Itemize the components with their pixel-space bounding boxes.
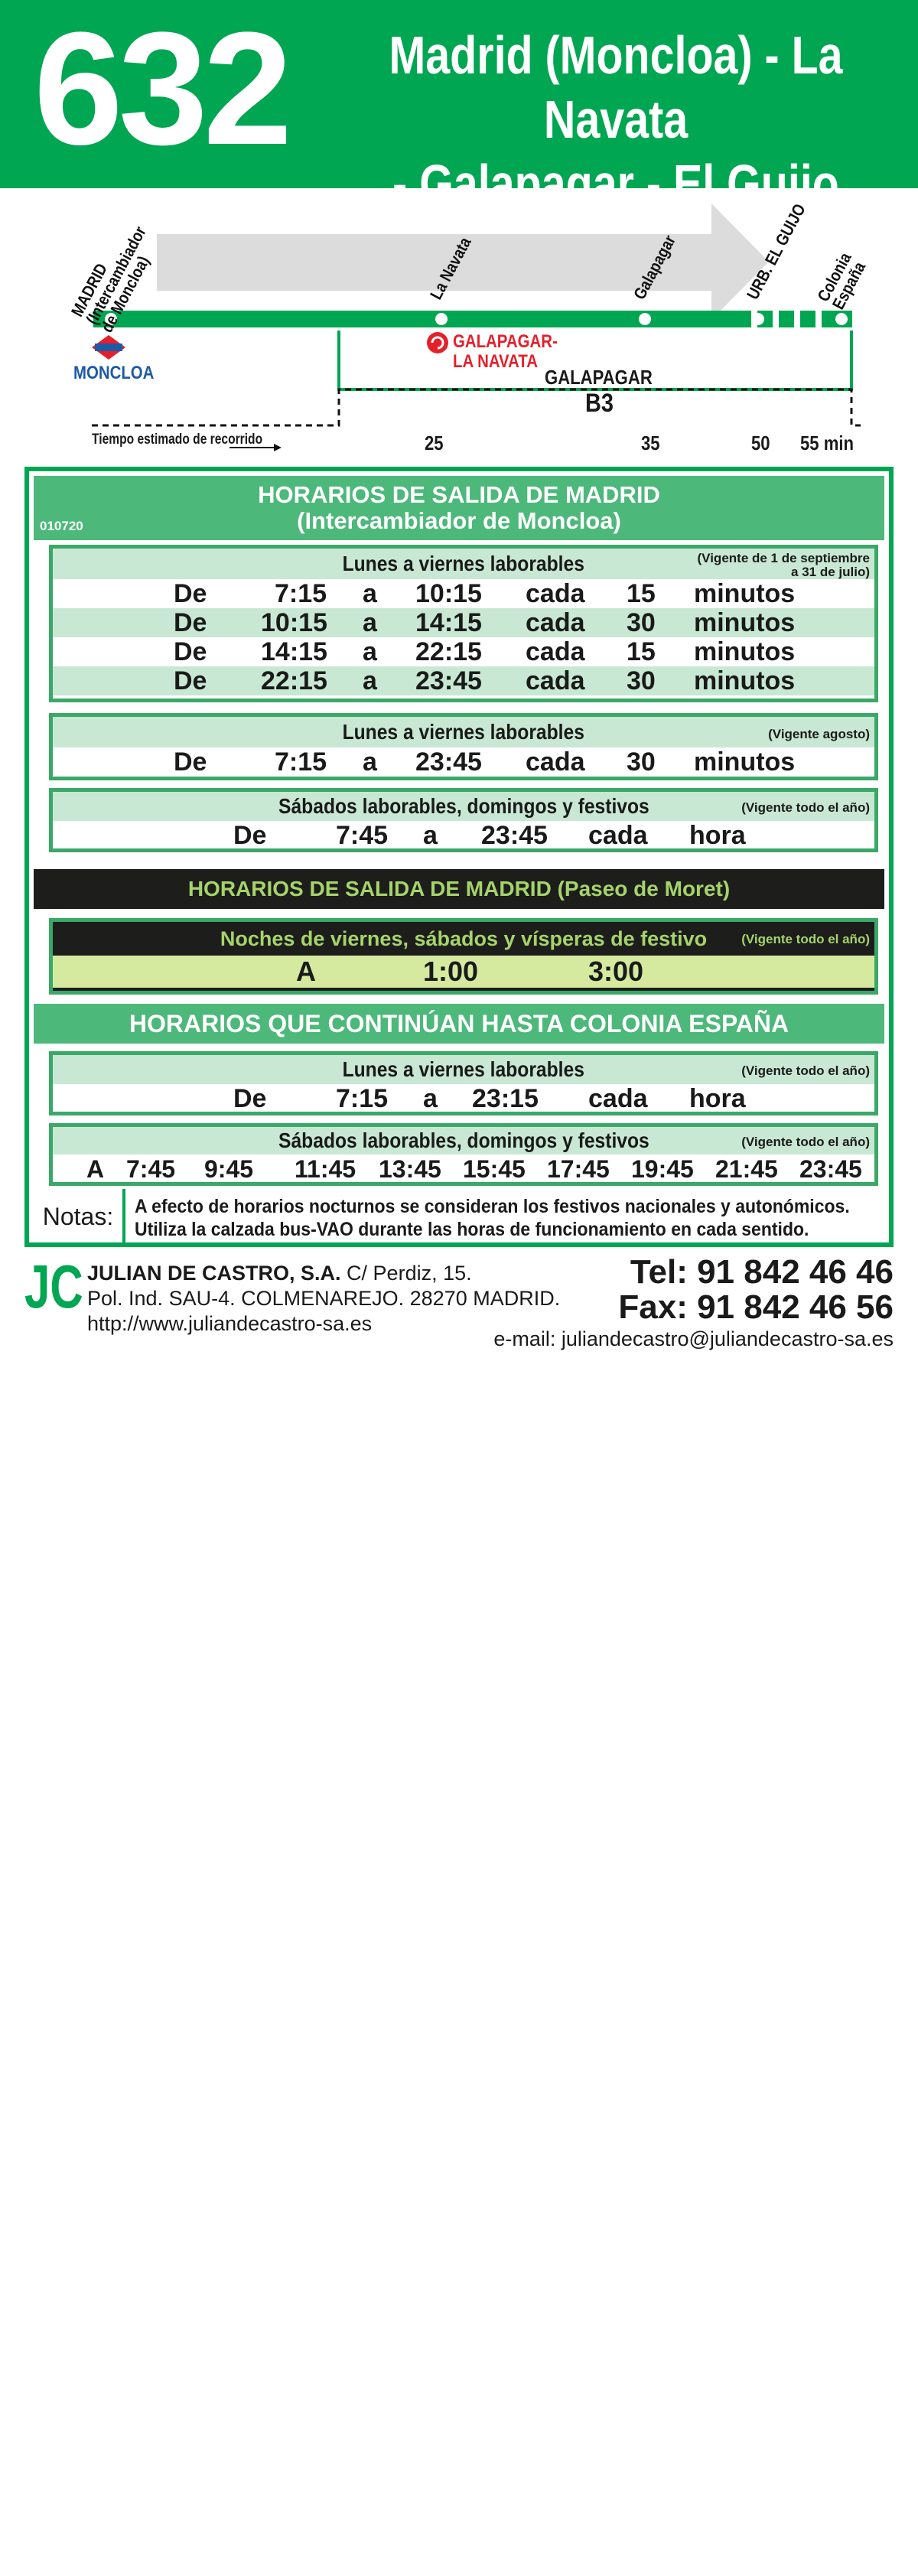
colonia-weekday-box: Lunes a viernes laborables (Vigente todo… — [49, 1051, 878, 1115]
metro-station-name: MONCLOA — [73, 363, 155, 383]
august-schedule-box: Lunes a viernes laborables (Vigente agos… — [49, 713, 878, 780]
route-line-dashed-2 — [779, 311, 794, 327]
table-row: De 22:15 a 23:45 cada 30 minutos — [53, 666, 874, 695]
stop-dot-la-navata — [435, 313, 448, 325]
table-row: De 7:15 a 23:15 cada hora — [233, 1084, 746, 1113]
route-name: Madrid (Moncloa) - La Navata - Galapagar… — [374, 23, 857, 216]
zone-code: B3 — [585, 389, 614, 418]
company-website-link[interactable]: http://www.juliandecastro-sa.es — [87, 1311, 560, 1337]
validity-note: (Vigente todo el año) — [741, 1135, 870, 1149]
night-schedule-box: Noches de viernes, sábados y vísperas de… — [49, 918, 878, 995]
time-caption: Tiempo estimado de recorrido — [92, 432, 263, 448]
time-mark: 35 — [641, 432, 660, 454]
company-info: JULIAN DE CASTRO, S.A. C/ Perdiz, 15. Po… — [87, 1261, 560, 1337]
fax-number: Fax: 91 842 46 56 — [618, 1288, 894, 1326]
table-row: A 1:00 3:00 — [53, 956, 874, 988]
zone-dashed-line — [92, 388, 861, 427]
route-line — [93, 311, 751, 327]
schedule-frame: HORARIOS DE SALIDA DE MADRID (Intercambi… — [24, 467, 894, 1247]
route-map: MADRID (Intercambiador de Moncloa) La Na… — [0, 188, 918, 459]
weekday-schedule-box: Lunes a viernes laborables (Vigente de 1… — [49, 545, 878, 702]
company-address: Pol. Ind. SAU-4. COLMENAREJO. 28270 MADR… — [87, 1287, 561, 1310]
validity-note: (Vigente de 1 de septiembre a 31 de juli… — [697, 551, 870, 579]
company-contact: Tel: 91 842 46 46 Fax: 91 842 46 56 e-ma… — [493, 1255, 894, 1352]
company-footer: JC JULIAN DE CASTRO, S.A. C/ Perdiz, 15.… — [24, 1252, 894, 1351]
moncloa-departures-title: HORARIOS DE SALIDA DE MADRID (Intercambi… — [34, 476, 884, 540]
night-schedule-header: Noches de viernes, sábados y vísperas de… — [220, 927, 870, 950]
stop-dot-el-guijo — [752, 313, 764, 325]
table-row: De 7:45 a 23:45 cada hora — [233, 821, 746, 850]
notes-text: A efecto de horarios nocturnos se consid… — [135, 1196, 850, 1240]
document-code: 010720 — [40, 519, 83, 533]
august-schedule-header: Lunes a viernes laborables (Vigente agos… — [53, 717, 874, 747]
colonia-weekend-header: Sábados laborables, domingos y festivos … — [53, 1127, 874, 1154]
weekend-schedule-box: Sábados laborables, domingos y festivos … — [49, 788, 878, 852]
validity-note: (Vigente todo el año) — [741, 932, 870, 946]
table-row: De 7:15 a 10:15 cada 15 minutos — [174, 579, 796, 608]
route-number: 632 — [34, 0, 292, 178]
stop-dot-galapagar — [639, 313, 651, 325]
email-link[interactable]: e-mail: juliandecastro@juliandecastro-sa… — [493, 1327, 894, 1352]
time-arrow-head — [274, 444, 282, 451]
route-name-line-1: Madrid (Moncloa) - La Navata — [389, 25, 843, 149]
company-address-street: C/ Perdiz, 15. — [347, 1262, 472, 1285]
colonia-weekend-box: Sábados laborables, domingos y festivos … — [49, 1123, 878, 1186]
stop-dot-colonia — [835, 313, 848, 325]
validity-note: (Vigente agosto) — [768, 727, 870, 741]
validity-note: (Vigente todo el año) — [741, 800, 870, 815]
notes-section: Notas: A efecto de horarios nocturnos se… — [34, 1189, 884, 1244]
municipality-label: GALAPAGAR — [545, 366, 653, 389]
route-header: 632 Madrid (Moncloa) - La Navata - Galap… — [0, 0, 918, 213]
time-mark: 55 min — [800, 432, 855, 454]
table-row: De 10:15 a 14:15 cada 30 minutos — [53, 608, 874, 637]
table-row: De 7:15 a 23:45 cada 30 minutos — [174, 747, 796, 777]
phone-number[interactable]: Tel: 91 842 46 46 — [493, 1255, 894, 1290]
route-line-dashed-3 — [800, 311, 815, 327]
metro-logo-icon — [92, 335, 125, 360]
company-name: JULIAN DE CASTRO, S.A. — [87, 1262, 341, 1285]
notes-label: Notas: — [34, 1189, 125, 1244]
colonia-continuation-title: HORARIOS QUE CONTINÚAN HASTA COLONIA ESP… — [34, 1004, 884, 1044]
weekend-schedule-header: Sábados laborables, domingos y festivos … — [53, 792, 874, 821]
time-mark: 25 — [425, 432, 444, 454]
time-mark: 50 — [751, 432, 770, 454]
table-row: De 14:15 a 22:15 cada 15 minutos — [174, 637, 796, 666]
renfe-station-name: GALAPAGAR- LA NAVATA — [453, 331, 558, 372]
colonia-weekday-header: Lunes a viernes laborables (Vigente todo… — [53, 1055, 874, 1084]
weekday-schedule-header: Lunes a viernes laborables (Vigente de 1… — [53, 549, 874, 579]
moret-departures-title: HORARIOS DE SALIDA DE MADRID (Paseo de M… — [34, 869, 884, 909]
table-row: A 7:45 9:45 11:45 13:45 15:45 17:45 19:4… — [86, 1155, 862, 1183]
validity-note: (Vigente todo el año) — [741, 1063, 870, 1078]
company-logo: JC — [24, 1252, 83, 1321]
renfe-cercanias-icon — [427, 332, 448, 353]
